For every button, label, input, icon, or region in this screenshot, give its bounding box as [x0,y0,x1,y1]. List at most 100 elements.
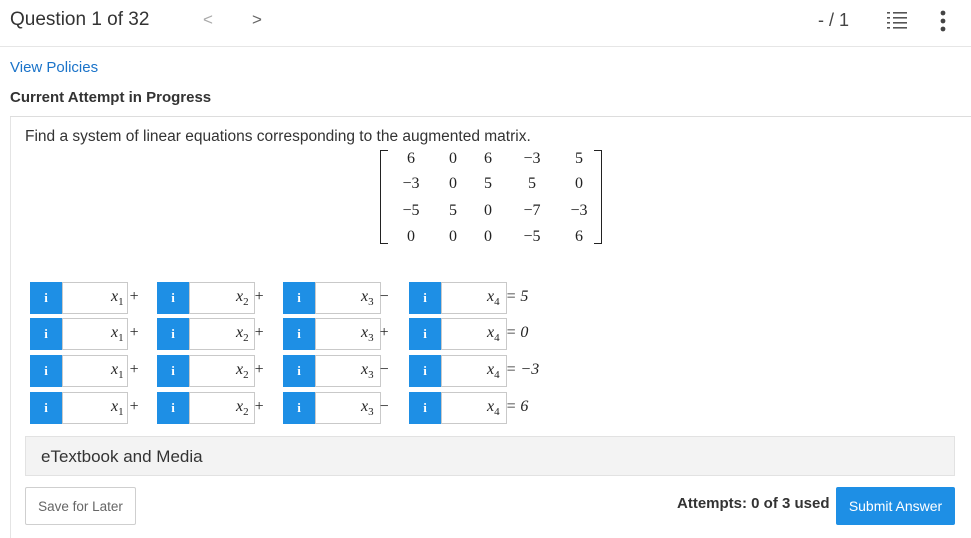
variable-term: x2 + [236,398,264,418]
variable-term: x4 = 5 [487,288,528,308]
variable-subscript: 4 [494,296,500,309]
variable-term: x3− [361,288,389,308]
etextbook-media-section[interactable]: eTextbook and Media [25,436,955,476]
variable-term: x2 + [236,288,264,308]
variable-term: x3 + [361,324,389,344]
variable-subscript: 3 [368,332,374,345]
matrix-left-bracket [380,150,388,244]
variable-term: x1 + [111,398,139,418]
augmented-matrix: 6 0 6 −3 5 −3 0 5 5 0 −5 5 0 −7 −3 0 0 0 −5 6 [380,146,602,246]
operator: + [254,288,264,305]
etextbook-media-label: eTextbook and Media [41,447,203,466]
input-info-icon[interactable]: i [409,355,441,387]
variable-subscript: 3 [368,369,374,382]
matrix-cell: 0 [484,228,492,245]
matrix-cell: −5 [523,228,541,245]
matrix-cell: 0 [449,175,457,192]
operator: + [379,324,389,341]
input-info-icon[interactable]: i [283,318,315,350]
input-info-icon[interactable]: i [409,318,441,350]
variable-term: x3− [361,398,389,418]
variable-term: x4 = −3 [487,361,539,381]
variable-subscript: 2 [243,369,249,382]
operator: + [254,324,264,341]
header-divider [0,46,971,47]
matrix-cell: 5 [528,175,536,192]
attempts-counter: Attempts: 0 of 3 used [677,495,830,512]
matrix-cell: 5 [575,150,583,167]
matrix-cell: 0 [407,228,415,245]
input-info-icon[interactable]: i [30,282,62,314]
matrix-cell: 5 [449,202,457,219]
variable-subscript: 4 [494,406,500,419]
operator: + [129,288,139,305]
variable-subscript: 1 [118,369,124,382]
variable-subscript: 2 [243,406,249,419]
attempt-heading: Current Attempt in Progress [10,89,212,106]
input-info-icon[interactable]: i [283,355,315,387]
list-icon[interactable] [887,10,907,30]
variable-term: x4 = 0 [487,324,528,344]
input-info-icon[interactable]: i [409,282,441,314]
variable-subscript: 2 [243,332,249,345]
next-question-button[interactable]: > [252,10,262,30]
matrix-cell: 6 [484,150,492,167]
matrix-cell: 6 [407,150,415,167]
input-info-icon[interactable]: i [409,392,441,424]
matrix-cell: −7 [523,202,541,219]
input-info-icon[interactable]: i [30,392,62,424]
variable-subscript: 3 [368,406,374,419]
equation-rhs: = 0 [505,324,529,341]
input-info-icon[interactable]: i [283,392,315,424]
variable-subscript: 4 [494,332,500,345]
operator: + [129,398,139,415]
equation-rhs: = 6 [505,398,529,415]
variable-term: x1 + [111,288,139,308]
equation-rhs: = −3 [505,361,540,378]
matrix-cell: −5 [402,202,420,219]
matrix-cell: 0 [449,150,457,167]
operator: + [254,361,264,378]
previous-question-button[interactable]: < [203,10,213,30]
matrix-cell: 0 [449,228,457,245]
variable-subscript: 1 [118,406,124,419]
operator: − [379,398,389,415]
variable-term: x2 + [236,324,264,344]
matrix-cell: 0 [575,175,583,192]
variable-term: x1 + [111,361,139,381]
more-vertical-icon[interactable] [938,9,948,33]
input-info-icon[interactable]: i [30,318,62,350]
view-policies-link[interactable]: View Policies [10,59,98,76]
input-info-icon[interactable]: i [157,282,189,314]
variable-subscript: 3 [368,296,374,309]
matrix-cell: 0 [484,202,492,219]
operator: − [379,288,389,305]
variable-subscript: 2 [243,296,249,309]
matrix-cell: −3 [523,150,541,167]
variable-term: x3− [361,361,389,381]
matrix-cell: −3 [402,175,420,192]
save-for-later-button[interactable]: Save for Later [25,487,136,525]
matrix-cell: 5 [484,175,492,192]
variable-term: x4 = 6 [487,398,528,418]
variable-subscript: 1 [118,296,124,309]
variable-subscript: 4 [494,369,500,382]
input-info-icon[interactable]: i [283,282,315,314]
operator: + [254,398,264,415]
score-display: - / 1 [818,10,850,30]
question-prompt: Find a system of linear equations corres… [25,128,531,145]
input-info-icon[interactable]: i [157,392,189,424]
operator: − [379,361,389,378]
operator: + [129,324,139,341]
input-info-icon[interactable]: i [30,355,62,387]
operator: + [129,361,139,378]
panel-border [10,117,11,538]
submit-answer-button[interactable]: Submit Answer [836,487,955,525]
variable-term: x2 + [236,361,264,381]
question-counter: Question 1 of 32 [10,9,150,30]
input-info-icon[interactable]: i [157,355,189,387]
matrix-cell: −3 [570,202,588,219]
input-info-icon[interactable]: i [157,318,189,350]
section-divider [10,116,971,117]
matrix-cell: 6 [575,228,583,245]
